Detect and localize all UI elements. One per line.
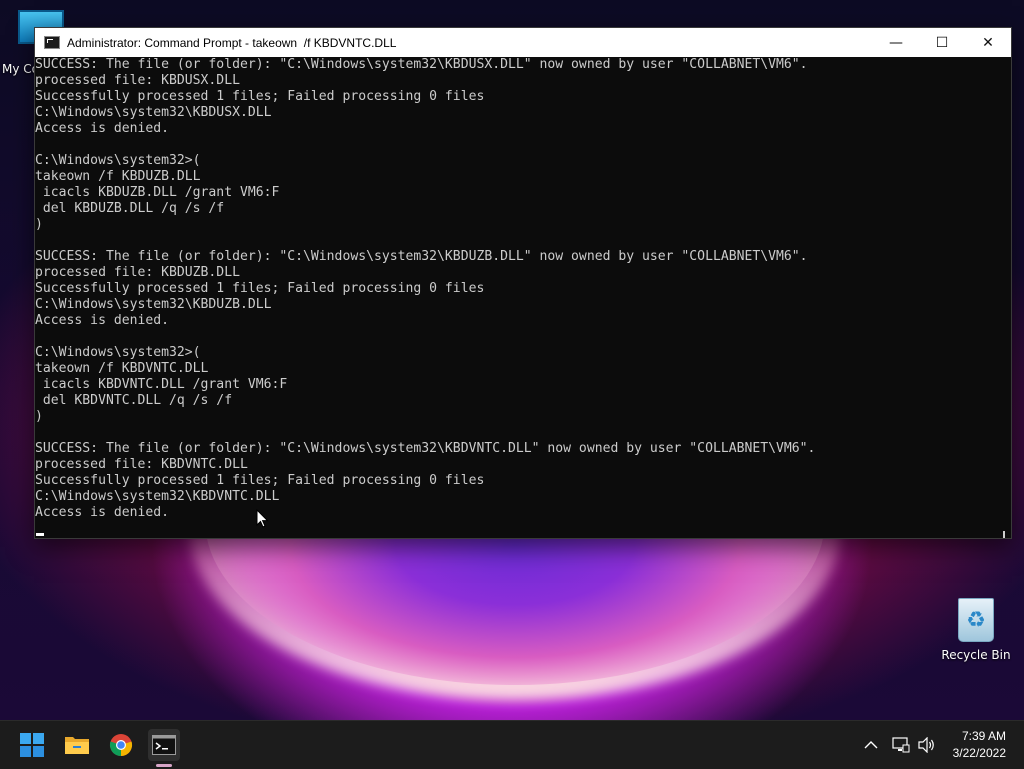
console-line: ) — [35, 217, 43, 232]
volume-button[interactable] — [918, 721, 936, 769]
folder-icon — [65, 737, 89, 754]
scrollbar-thumb[interactable] — [1003, 531, 1005, 538]
desktop-icon-label: Recycle Bin — [941, 648, 1011, 662]
console-line: C:\Windows\system32\KBDUZB.DLL — [35, 297, 272, 312]
console-line: Access is denied. — [35, 121, 170, 136]
console-line: processed file: KBDVNTC.DLL — [35, 457, 248, 472]
window-titlebar[interactable]: Administrator: Command Prompt - takeown … — [35, 28, 1011, 57]
console-output[interactable]: SUCCESS: The file (or folder): "C:\Windo… — [35, 57, 1011, 538]
console-line: ) — [35, 409, 43, 424]
file-explorer-button[interactable] — [61, 729, 93, 761]
chevron-up-icon — [864, 741, 878, 749]
console-line: processed file: KBDUZB.DLL — [35, 265, 240, 280]
clock[interactable]: 7:39 AM 3/22/2022 — [953, 728, 1006, 762]
console-line: processed file: KBDUSX.DLL — [35, 73, 240, 88]
console-line: Successfully processed 1 files; Failed p… — [35, 281, 485, 296]
close-button[interactable]: ✕ — [965, 28, 1011, 57]
console-line: takeown /f KBDUZB.DLL — [35, 169, 201, 184]
console-line: icacls KBDUZB.DLL /grant VM6:F — [35, 185, 280, 200]
console-line: del KBDUZB.DLL /q /s /f — [35, 201, 225, 216]
console-line: SUCCESS: The file (or folder): "C:\Windo… — [35, 57, 808, 72]
command-prompt-window[interactable]: Administrator: Command Prompt - takeown … — [34, 27, 1012, 539]
minimize-icon: — — [889, 34, 903, 51]
console-line: icacls KBDVNTC.DLL /grant VM6:F — [35, 377, 288, 392]
console-line: C:\Windows\system32>( — [35, 153, 201, 168]
taskbar: 7:39 AM 3/22/2022 — [0, 720, 1024, 769]
console-line: Successfully processed 1 files; Failed p… — [35, 89, 485, 104]
minimize-button[interactable]: — — [873, 28, 919, 57]
start-button[interactable] — [16, 729, 48, 761]
chrome-button[interactable] — [105, 729, 137, 761]
window-title: Administrator: Command Prompt - takeown … — [67, 35, 397, 50]
console-line: Successfully processed 1 files; Failed p… — [35, 473, 485, 488]
show-hidden-icons-button[interactable] — [864, 721, 878, 769]
console-line: Access is denied. — [35, 505, 170, 520]
console-line: Access is denied. — [35, 313, 170, 328]
command-prompt-icon[interactable] — [44, 36, 60, 49]
text-cursor — [36, 533, 44, 536]
network-icon — [892, 737, 910, 753]
maximize-icon: ☐ — [935, 34, 949, 51]
clock-date: 3/22/2022 — [952, 746, 1006, 760]
console-line: del KBDVNTC.DLL /q /s /f — [35, 393, 233, 408]
command-prompt-button[interactable] — [148, 729, 180, 761]
clock-time: 7:39 AM — [961, 729, 1006, 743]
volume-icon — [918, 737, 934, 753]
console-line: SUCCESS: The file (or folder): "C:\Windo… — [35, 441, 816, 456]
recycle-bin-icon: ♻ — [958, 598, 994, 642]
wallpaper-orb — [205, 520, 825, 685]
console-line: takeown /f KBDVNTC.DLL — [35, 361, 209, 376]
desktop-icon-recycle-bin[interactable]: ♻ Recycle Bin — [940, 596, 1012, 662]
console-line: SUCCESS: The file (or folder): "C:\Windo… — [35, 249, 808, 264]
console-line: C:\Windows\system32\KBDVNTC.DLL — [35, 489, 280, 504]
active-app-indicator — [156, 764, 172, 767]
console-line: C:\Windows\system32\KBDUSX.DLL — [35, 105, 272, 120]
windows-logo-icon — [20, 733, 44, 757]
network-button[interactable] — [892, 721, 910, 769]
chrome-icon — [109, 734, 133, 757]
close-icon: ✕ — [982, 34, 994, 51]
terminal-icon — [152, 735, 176, 755]
maximize-button[interactable]: ☐ — [919, 28, 965, 57]
console-line: C:\Windows\system32>( — [35, 345, 201, 360]
